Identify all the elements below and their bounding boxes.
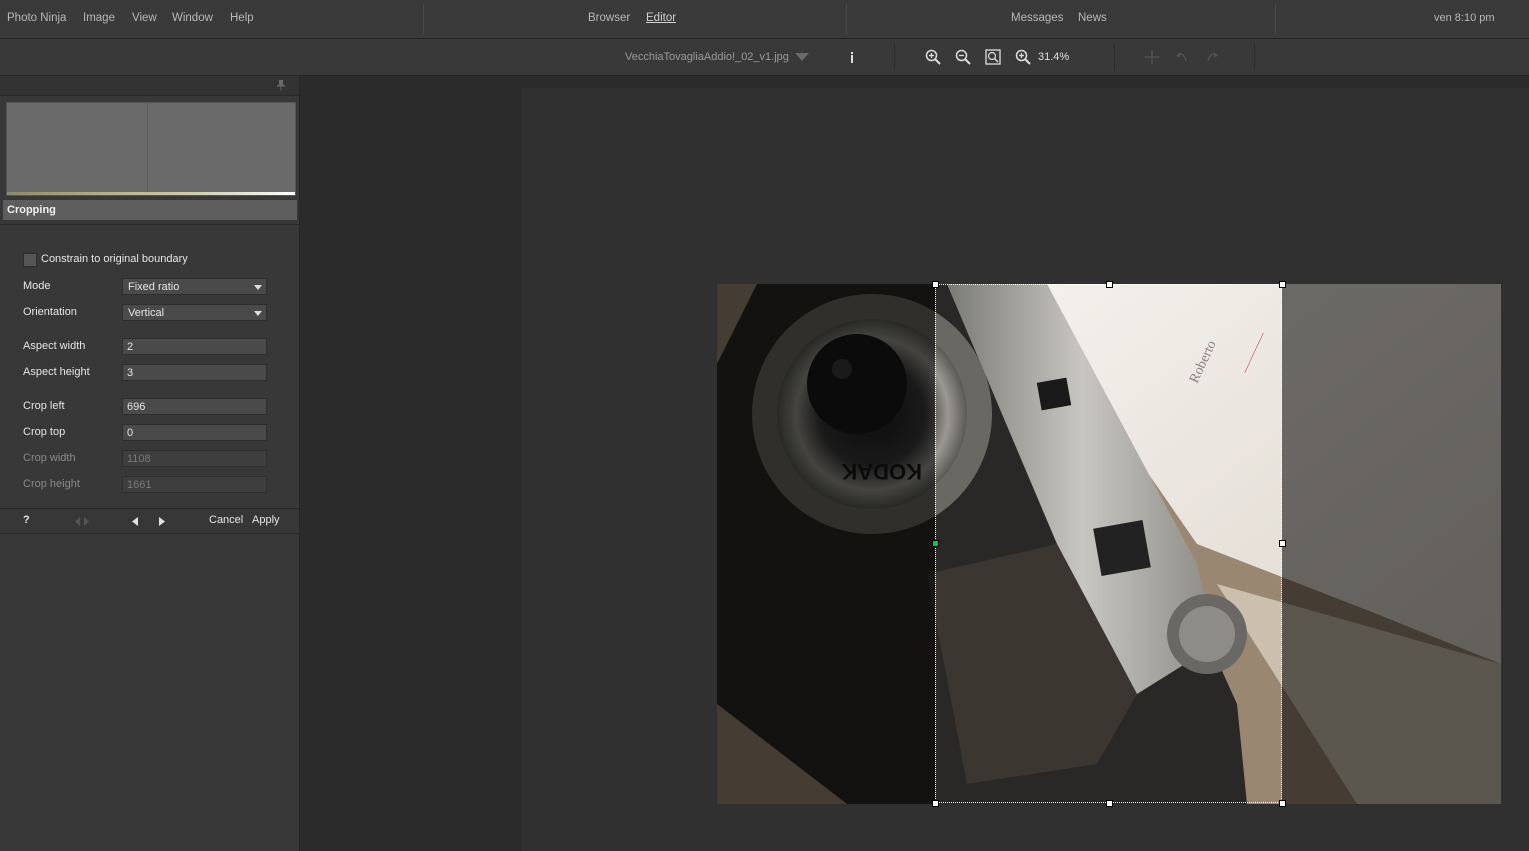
chevron-down-icon bbox=[254, 311, 262, 316]
crop-width-label: Crop width bbox=[23, 452, 76, 464]
pin-icon[interactable] bbox=[276, 80, 286, 91]
zoom-in-icon[interactable] bbox=[925, 49, 941, 65]
menu-image[interactable]: Image bbox=[83, 12, 115, 24]
panel-bottom-bar: ? Cancel Apply bbox=[0, 508, 299, 534]
crop-left-field[interactable] bbox=[122, 398, 267, 415]
menu-bar: Photo Ninja Image View Window Help Brows… bbox=[0, 0, 1529, 39]
cropping-panel: Cropping Constrain to original boundary … bbox=[0, 76, 300, 851]
histogram bbox=[6, 102, 296, 196]
crop-handle-bottom[interactable] bbox=[1106, 800, 1113, 807]
toolbar-divider bbox=[1254, 43, 1255, 71]
crop-height-field bbox=[122, 476, 267, 493]
fit-window-icon[interactable] bbox=[985, 49, 1001, 65]
crop-handle-left[interactable] bbox=[932, 540, 939, 547]
zoom-out-icon[interactable] bbox=[955, 49, 971, 65]
zoom-level: 31.4% bbox=[1038, 51, 1070, 63]
constrain-checkbox[interactable] bbox=[23, 253, 37, 267]
menu-divider bbox=[1275, 4, 1276, 34]
panel-header bbox=[0, 76, 299, 96]
filename-label: VecchiaTovagliaAddio!_02_v1.jpg bbox=[625, 51, 789, 63]
info-icon[interactable] bbox=[844, 49, 860, 65]
section-divider bbox=[0, 224, 299, 225]
cropping-section-header[interactable]: Cropping bbox=[3, 200, 297, 220]
constrain-label: Constrain to original boundary bbox=[41, 253, 188, 265]
toolbar-divider bbox=[1114, 43, 1115, 71]
aspect-height-field[interactable] bbox=[122, 364, 267, 381]
menu-help[interactable]: Help bbox=[230, 12, 254, 24]
help-button[interactable]: ? bbox=[23, 514, 30, 526]
orientation-value: Vertical bbox=[128, 307, 165, 319]
menu-window[interactable]: Window bbox=[172, 12, 213, 24]
crop-rectangle[interactable] bbox=[935, 284, 1282, 803]
menu-photo-ninja[interactable]: Photo Ninja bbox=[7, 12, 66, 24]
tab-messages[interactable]: Messages bbox=[1011, 12, 1063, 24]
crop-left-label: Crop left bbox=[23, 400, 65, 412]
mode-select[interactable]: Fixed ratio bbox=[122, 278, 267, 295]
previous-arrow-icon[interactable] bbox=[132, 517, 138, 526]
crop-top-label: Crop top bbox=[23, 426, 66, 438]
apply-button[interactable]: Apply bbox=[252, 514, 280, 526]
crop-width-field bbox=[122, 450, 267, 467]
tab-browser[interactable]: Browser bbox=[588, 12, 630, 24]
cropping-title: Cropping bbox=[7, 204, 56, 216]
pan-icon[interactable] bbox=[1144, 49, 1160, 65]
toolbar-divider bbox=[894, 43, 895, 71]
clock: ven 8:10 pm bbox=[1434, 12, 1495, 24]
undo-icon[interactable] bbox=[1174, 49, 1190, 65]
crop-top-field[interactable] bbox=[122, 424, 267, 441]
menu-divider bbox=[423, 4, 424, 34]
file-dropdown-icon[interactable] bbox=[795, 53, 809, 62]
crop-mask-left bbox=[717, 284, 935, 804]
reset-arrows-icon[interactable] bbox=[75, 517, 89, 526]
crop-handle-bottom-left[interactable] bbox=[932, 800, 939, 807]
crop-handle-top-left[interactable] bbox=[932, 281, 939, 288]
crop-mask-right bbox=[1282, 284, 1501, 804]
tab-news[interactable]: News bbox=[1078, 12, 1107, 24]
histogram-divider bbox=[147, 103, 148, 195]
orientation-label: Orientation bbox=[23, 306, 77, 318]
chevron-down-icon bbox=[254, 285, 262, 290]
toolbar: VecchiaTovagliaAddio!_02_v1.jpg 31.4% bbox=[0, 39, 1529, 76]
crop-height-label: Crop height bbox=[23, 478, 80, 490]
redo-icon[interactable] bbox=[1204, 49, 1220, 65]
crop-handle-right[interactable] bbox=[1279, 540, 1286, 547]
menu-view[interactable]: View bbox=[132, 12, 157, 24]
crop-handle-top[interactable] bbox=[1106, 281, 1113, 288]
mode-value: Fixed ratio bbox=[128, 281, 180, 293]
aspect-width-field[interactable] bbox=[122, 338, 267, 355]
orientation-select[interactable]: Vertical bbox=[122, 304, 267, 321]
zoom-actual-icon[interactable] bbox=[1015, 49, 1031, 65]
aspect-height-label: Aspect height bbox=[23, 366, 90, 378]
crop-handle-bottom-right[interactable] bbox=[1279, 800, 1286, 807]
aspect-width-label: Aspect width bbox=[23, 340, 86, 352]
cancel-button[interactable]: Cancel bbox=[209, 514, 243, 526]
menu-divider bbox=[846, 4, 847, 34]
crop-handle-top-right[interactable] bbox=[1279, 281, 1286, 288]
tab-editor[interactable]: Editor bbox=[646, 12, 676, 24]
next-arrow-icon[interactable] bbox=[159, 517, 165, 526]
histogram-curve bbox=[7, 192, 295, 195]
mode-label: Mode bbox=[23, 280, 51, 292]
